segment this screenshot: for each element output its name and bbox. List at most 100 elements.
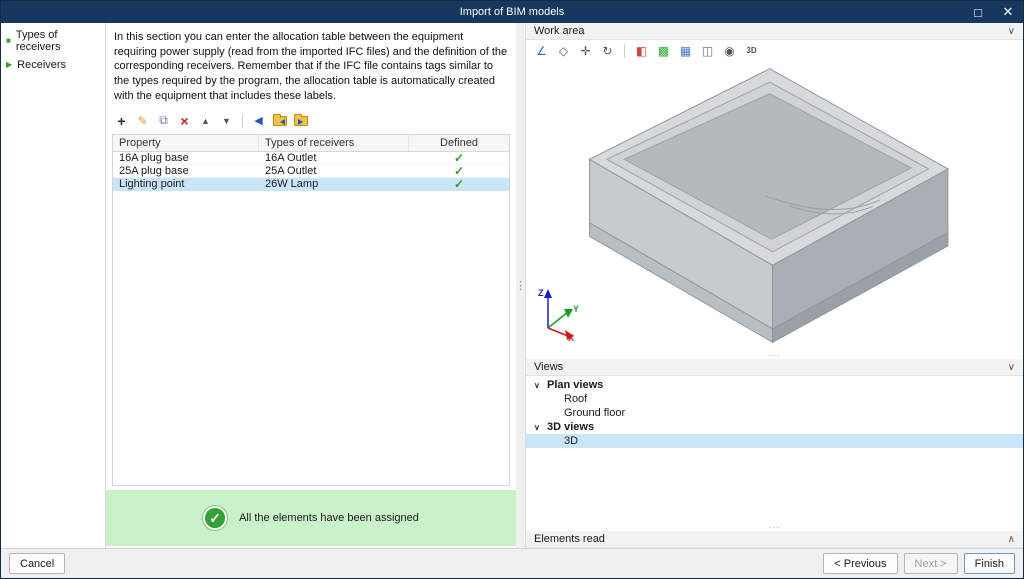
- axis-x-label: X: [568, 333, 574, 342]
- close-button[interactable]: ✕: [993, 1, 1023, 23]
- axis-z-label: Z: [538, 288, 544, 298]
- sidebar-item-label: Receivers: [17, 59, 67, 71]
- model-viewport-3d[interactable]: Z Y X: [526, 61, 1023, 350]
- success-check-icon: ✓: [203, 506, 228, 530]
- sidebar-item-label: Types of receivers: [15, 29, 61, 53]
- toolbar-separator: [242, 113, 243, 128]
- work-area-toolbar: ∠ ◇ ✛ ↻ ◧ ▩ ▦ ◫ ◉ 3D: [526, 40, 1023, 61]
- defined-check-icon: ✓: [453, 151, 465, 164]
- tree-node-plan-views[interactable]: ∨ Plan views: [526, 378, 1023, 392]
- toolbar-separator: [624, 43, 625, 58]
- section-icon[interactable]: ◧: [632, 42, 651, 59]
- grid-icon[interactable]: ▩: [654, 42, 673, 59]
- allocation-panel: In this section you can enter the alloca…: [106, 23, 516, 548]
- sidebar-item-types-of-receivers[interactable]: ■ Types of receivers: [1, 26, 105, 56]
- folder-export-icon: [293, 113, 308, 126]
- finish-button[interactable]: Finish: [963, 553, 1015, 574]
- horizontal-splitter[interactable]: ···: [526, 521, 1023, 532]
- chevron-down-icon: ∨: [1007, 25, 1015, 37]
- copy-button[interactable]: ⧉: [154, 112, 173, 130]
- section-description: In this section you can enter the alloca…: [114, 31, 508, 102]
- chevron-down-icon: ∨: [1007, 361, 1015, 373]
- previous-button[interactable]: < Previous: [823, 553, 898, 574]
- right-panel: Work area ∨ ∠ ◇ ✛ ↻ ◧ ▩ ▦ ◫ ◉ 3D Z Y X ·…: [525, 23, 1023, 548]
- defined-check-icon: ✓: [453, 177, 465, 190]
- cancel-button[interactable]: Cancel: [9, 553, 66, 574]
- visibility-eye-icon[interactable]: ◉: [720, 42, 739, 59]
- cell-type: 16A Outlet: [265, 151, 317, 164]
- measure-icon[interactable]: ∠: [532, 42, 551, 59]
- next-button: Next >: [903, 553, 958, 574]
- axis-y-label: Y: [573, 304, 579, 314]
- maximize-button[interactable]: □: [963, 1, 993, 23]
- move-down-button[interactable]: ▼: [217, 112, 236, 130]
- column-header-types[interactable]: Types of receivers: [259, 134, 409, 151]
- cell-property: 16A plug base: [119, 151, 189, 164]
- horizontal-splitter[interactable]: ···: [526, 349, 1023, 360]
- cell-type: 26W Lamp: [265, 177, 319, 190]
- add-button[interactable]: +: [112, 112, 131, 130]
- assignment-status-box: ✓ All the elements have been assigned: [106, 490, 516, 546]
- table-row[interactable]: 16A plug base 16A Outlet ✓: [113, 152, 509, 165]
- views-tree: ∨ Plan views Roof Ground floor ∨ 3D view…: [526, 376, 1023, 522]
- work-area-header[interactable]: Work area ∨: [526, 23, 1023, 40]
- move-up-button[interactable]: ▲: [196, 112, 215, 130]
- views-header[interactable]: Views ∨: [526, 359, 1023, 376]
- tree-node-label: Plan views: [547, 379, 604, 391]
- edit-button[interactable]: ✎: [133, 112, 152, 130]
- export-allocation-button[interactable]: [291, 112, 310, 130]
- dialog-content: ■ Types of receivers ▶ Receivers In this…: [1, 23, 1023, 548]
- tree-node-roof[interactable]: Roof: [526, 392, 1023, 406]
- tree-node-ground-floor[interactable]: Ground floor: [526, 406, 1023, 420]
- table-body: 16A plug base 16A Outlet ✓ 25A plug base…: [113, 151, 509, 485]
- model-3d-icon[interactable]: ◫: [698, 42, 717, 59]
- table-header: Property Types of receivers Defined: [113, 134, 509, 152]
- dialog-footer: Cancel < Previous Next > Finish: [1, 548, 1023, 578]
- building-model-3d: [588, 68, 949, 344]
- tree-node-3d-selected[interactable]: 3D: [526, 434, 1023, 448]
- view-cube-icon[interactable]: ◇: [554, 42, 573, 59]
- column-header-defined[interactable]: Defined: [409, 135, 509, 151]
- defined-check-icon: ✓: [453, 164, 465, 177]
- titlebar: Import of BIM models □ ✕: [1, 1, 1023, 23]
- elements-read-header[interactable]: Elements read ∧: [526, 531, 1023, 548]
- window-title: Import of BIM models: [459, 6, 565, 18]
- steps-sidebar: ■ Types of receivers ▶ Receivers: [1, 23, 106, 548]
- assign-button[interactable]: ◀: [249, 112, 268, 130]
- tree-node-label: 3D: [564, 435, 579, 447]
- cell-type: 25A Outlet: [265, 164, 317, 177]
- work-area-title: Work area: [534, 25, 585, 37]
- square-bullet-icon: ■: [6, 36, 11, 45]
- table-row-selected[interactable]: Lighting point 26W Lamp ✓: [113, 177, 509, 191]
- tree-node-label: 3D views: [547, 421, 595, 433]
- wizard-buttons: < Previous Next > Finish: [823, 553, 1015, 574]
- vertical-splitter[interactable]: ⋮: [515, 23, 526, 548]
- cell-property: Lighting point: [119, 177, 185, 190]
- import-bim-dialog: Import of BIM models □ ✕ ■ Types of rece…: [0, 0, 1024, 579]
- splitter-dots-icon: ···: [768, 349, 781, 360]
- assignment-status-text: All the elements have been assigned: [239, 512, 419, 524]
- axes-indicator: Z Y X: [538, 288, 579, 342]
- import-allocation-button[interactable]: [270, 112, 289, 130]
- allocation-table: Property Types of receivers Defined 16A …: [112, 133, 510, 486]
- sidebar-item-receivers[interactable]: ▶ Receivers: [1, 56, 105, 74]
- tree-node-label: Ground floor: [564, 407, 626, 419]
- table-row[interactable]: 25A plug base 25A Outlet ✓: [113, 165, 509, 178]
- delete-button[interactable]: ×: [175, 112, 194, 130]
- splitter-dots-icon: ···: [768, 521, 781, 532]
- views-title: Views: [534, 361, 564, 373]
- tree-node-label: Roof: [564, 393, 588, 405]
- arrow-bullet-icon: ▶: [6, 60, 13, 69]
- column-header-property[interactable]: Property: [113, 134, 259, 151]
- table-toolbar: + ✎ ⧉ × ▲ ▼ ◀: [106, 109, 516, 133]
- folder-import-icon: [272, 113, 287, 126]
- table-view-icon[interactable]: ▦: [676, 42, 695, 59]
- tree-expand-icon[interactable]: ∨: [534, 381, 542, 390]
- tree-node-3d-views[interactable]: ∨ 3D views: [526, 420, 1023, 434]
- elements-read-title: Elements read: [534, 533, 605, 545]
- orbit-icon[interactable]: ↻: [598, 42, 617, 59]
- pan-icon[interactable]: ✛: [576, 42, 595, 59]
- cell-property: 25A plug base: [119, 164, 189, 177]
- mode-3d-icon[interactable]: 3D: [742, 42, 761, 59]
- tree-expand-icon[interactable]: ∨: [534, 423, 542, 432]
